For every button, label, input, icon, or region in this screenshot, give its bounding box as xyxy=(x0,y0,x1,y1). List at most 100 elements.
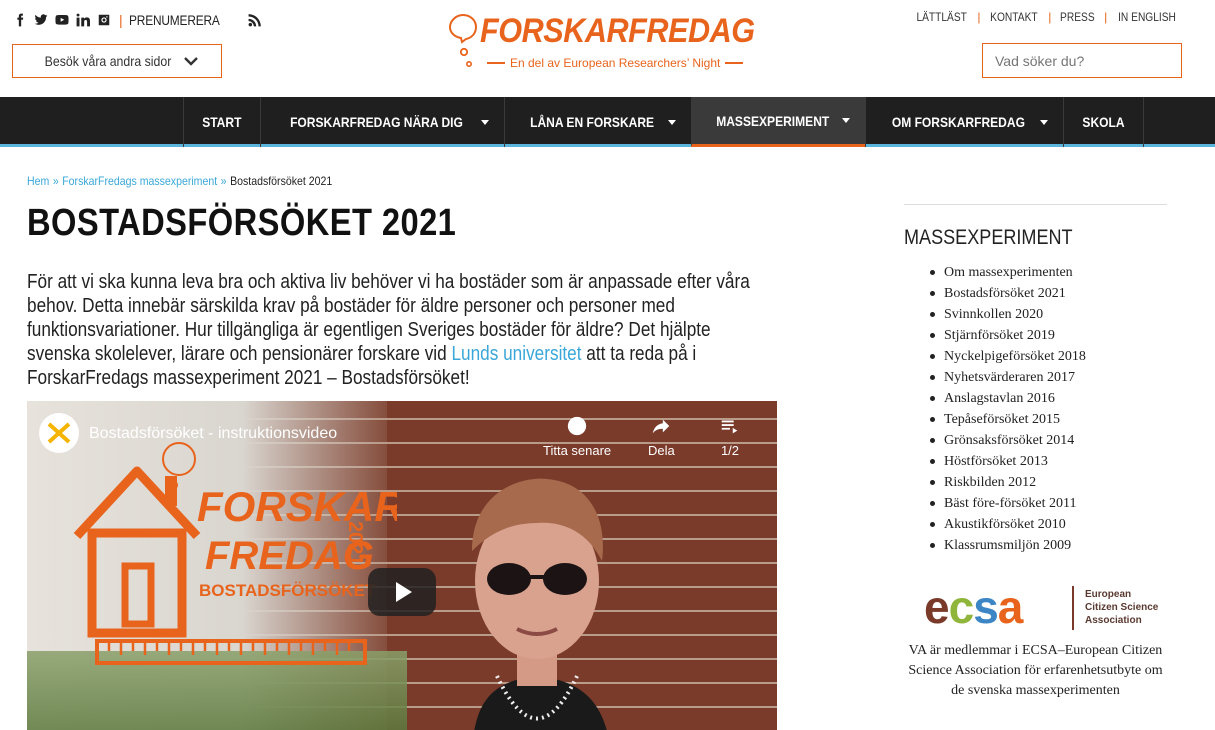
contact-link[interactable]: KONTAKT xyxy=(991,10,1038,24)
breadcrumb-separator: » xyxy=(52,174,59,188)
sidebar-item[interactable]: Riskbilden 2012 xyxy=(930,472,1086,493)
intro-line: svenska skolelever, lärare och pensionär… xyxy=(27,342,696,366)
intro-line: ForskarFredags massexperiment 2021 – Bos… xyxy=(27,367,470,389)
ecsa-logo[interactable]: ecsa European Citizen Science Associatio… xyxy=(924,584,1174,634)
share-icon xyxy=(653,419,670,434)
watch-later-button[interactable]: Titta senare xyxy=(543,415,611,458)
sidebar-heading: MASSEXPERIMENT xyxy=(904,226,1073,249)
breadcrumb-home[interactable]: Hem xyxy=(27,174,49,188)
rss-icon[interactable] xyxy=(247,13,262,28)
sidebar-item[interactable]: Anslagstavlan 2016 xyxy=(930,388,1086,409)
breadcrumb-current: Bostadsförsöket 2021 xyxy=(230,174,333,188)
share-button[interactable]: Dela xyxy=(648,415,675,458)
divider: | xyxy=(119,12,123,28)
nav-label: START xyxy=(202,114,242,130)
thought-bubble-icon xyxy=(448,13,478,67)
poster-year: 2021 xyxy=(344,521,366,566)
lund-university-link[interactable]: Lunds universitet xyxy=(451,343,581,365)
nav-item-about[interactable]: OM FORSKARFREDAG xyxy=(865,97,1063,147)
caret-down-icon xyxy=(667,119,676,125)
poster-line-1: FORSKAR xyxy=(197,483,397,530)
ecsa-name-line: Citizen Science xyxy=(1085,602,1159,613)
breadcrumb-parent[interactable]: ForskarFredags massexperiment xyxy=(62,174,217,188)
sidebar-item[interactable]: Bostadsförsöket 2021 xyxy=(930,283,1086,304)
nav-item-near-you[interactable]: FORSKARFREDAG NÄRA DIG xyxy=(259,97,504,147)
social-links: | PRENUMERERA xyxy=(12,10,268,30)
divider: | xyxy=(977,10,981,24)
nav-label: MASSEXPERIMENT xyxy=(715,112,829,129)
sidebar-item[interactable]: Klassrumsmiljön 2009 xyxy=(930,535,1086,556)
sidebar-item[interactable]: Bäst före-försöket 2011 xyxy=(930,493,1086,514)
intro-line: behov. Detta innebär särskilda krav på b… xyxy=(27,295,675,317)
sidebar-item[interactable]: Nyhetsvärderaren 2017 xyxy=(930,367,1086,388)
sidebar-item[interactable]: Höstförsöket 2013 xyxy=(930,451,1086,472)
intro-text: svenska skolelever, lärare och pensionär… xyxy=(27,343,452,365)
visit-other-sites-label: Besök våra andra sidor xyxy=(44,53,172,69)
caret-down-icon xyxy=(842,118,851,123)
speaker-portrait xyxy=(472,478,607,730)
sidebar-item[interactable]: Svinnkollen 2020 xyxy=(930,304,1086,325)
playlist-counter: 1/2 xyxy=(720,443,740,458)
ecsa-name-line: Association xyxy=(1085,615,1142,626)
nav-list: START FORSKARFREDAG NÄRA DIG LÅNA EN FOR… xyxy=(183,97,1144,147)
visit-other-sites-button[interactable]: Besök våra andra sidor xyxy=(12,44,222,78)
sidebar-item[interactable]: Nyckelpigeförsöket 2018 xyxy=(930,346,1086,367)
search-input[interactable] xyxy=(982,43,1182,78)
video-player[interactable]: FORSKAR FREDAG 2021 BOSTADSFÖRSÖKET Bost… xyxy=(27,401,777,730)
logo-tagline: En del av European Researchers’ Night xyxy=(482,56,748,70)
intro-line: För att vi ska kunna leva bra och aktiva… xyxy=(27,271,750,293)
sidebar-item[interactable]: Akustikförsöket 2010 xyxy=(930,514,1086,535)
press-link[interactable]: PRESS xyxy=(1060,10,1095,24)
channel-logo-icon xyxy=(47,422,71,444)
nav-label: LÅNA EN FORSKARE xyxy=(529,114,654,130)
play-button[interactable] xyxy=(368,568,436,616)
youtube-icon[interactable] xyxy=(54,13,69,28)
utility-links: LÄTTLÄST | KONTAKT | PRESS | IN ENGLISH xyxy=(912,10,1181,24)
divider: | xyxy=(1104,10,1108,24)
ecsa-divider xyxy=(1072,586,1074,630)
nav-item-borrow-researcher[interactable]: LÅNA EN FORSKARE xyxy=(503,97,691,147)
playlist-button[interactable]: 1/2 xyxy=(719,415,741,458)
caret-down-icon xyxy=(1039,119,1048,125)
ecsa-name: European Citizen Science Association xyxy=(1085,588,1158,627)
sidebar-list: Om massexperimenten Bostadsförsöket 2021… xyxy=(930,262,1086,556)
intro-text: att ta reda på i xyxy=(581,343,697,365)
site-header: | PRENUMERERA Besök våra andra sidor FOR… xyxy=(0,0,1215,97)
watch-later-label: Titta senare xyxy=(543,443,612,458)
divider: | xyxy=(1048,10,1052,24)
sidebar-item[interactable]: Grönsaksförsöket 2014 xyxy=(930,430,1086,451)
sidebar-item[interactable]: Stjärnförsöket 2019 xyxy=(930,325,1086,346)
main-nav: START FORSKARFREDAG NÄRA DIG LÅNA EN FOR… xyxy=(0,97,1215,147)
intro-paragraph: För att vi ska kunna leva bra och aktiva… xyxy=(27,270,767,390)
ecsa-wordmark: ecsa xyxy=(924,581,1023,633)
easy-read-link[interactable]: LÄTTLÄST xyxy=(916,10,966,24)
caret-down-icon xyxy=(480,119,489,125)
instagram-icon[interactable] xyxy=(96,13,111,28)
video-title[interactable]: Bostadsförsöket - instruktionsvideo xyxy=(89,425,337,443)
chevron-down-icon xyxy=(184,57,198,66)
clock-icon xyxy=(567,416,587,436)
nav-label: SKOLA xyxy=(1082,114,1125,130)
ecsa-name-line: European xyxy=(1085,589,1132,600)
playlist-icon xyxy=(721,420,738,434)
sidebar-item[interactable]: Om massexperimenten xyxy=(930,262,1086,283)
logo-wordmark: FORSKARFREDAG xyxy=(480,12,755,50)
channel-avatar[interactable] xyxy=(39,413,79,453)
subscribe-link[interactable]: PRENUMERERA xyxy=(129,12,220,28)
sidebar-item[interactable]: Tepåseförsöket 2015 xyxy=(930,409,1086,430)
nav-label: OM FORSKARFREDAG xyxy=(892,114,1026,130)
english-link[interactable]: IN ENGLISH xyxy=(1118,10,1176,24)
page-title: BOSTADSFÖRSÖKET 2021 xyxy=(27,202,457,244)
forskarfredag-2021-poster: FORSKAR FREDAG 2021 BOSTADSFÖRSÖKET xyxy=(73,442,397,665)
nav-label: FORSKARFREDAG NÄRA DIG xyxy=(289,114,463,130)
share-label: Dela xyxy=(648,443,675,458)
linkedin-icon[interactable] xyxy=(75,13,90,28)
nav-item-mass-experiment[interactable]: MASSEXPERIMENT xyxy=(690,97,866,147)
facebook-icon[interactable] xyxy=(12,13,27,28)
intro-line: funktionsvariationer. Hur tillgängliga ä… xyxy=(27,319,711,341)
nav-item-school[interactable]: SKOLA xyxy=(1062,97,1144,147)
twitter-icon[interactable] xyxy=(33,13,48,28)
nav-item-start[interactable]: START xyxy=(183,97,260,147)
poster-sub: BOSTADSFÖRSÖKET xyxy=(199,581,376,600)
site-logo[interactable]: FORSKARFREDAG En del av European Researc… xyxy=(446,10,756,74)
